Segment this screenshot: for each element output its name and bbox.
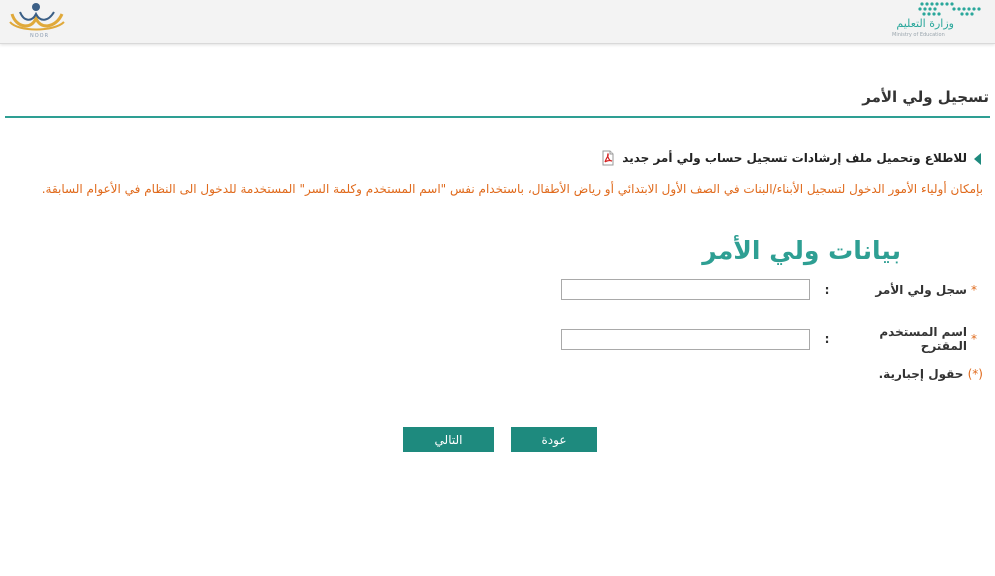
ministry-logo[interactable]: وزارة التعليم Ministry of Education [884,0,984,42]
noor-logo[interactable]: NOOR [6,0,70,40]
login-notice-text: بإمكان أولياء الأمور الدخول لتسجيل الأبن… [41,182,983,196]
title-divider [5,116,990,118]
required-fields-note: (*) حقول إجبارية. [879,367,983,381]
ministry-logo-english: Ministry of Education [892,32,945,38]
required-note-marker: (*) [967,367,983,381]
guardian-record-label: سجل ولي الأمر [875,282,967,297]
arrow-left-icon [974,153,981,165]
next-button[interactable]: التالي [403,427,494,452]
field-colon: : [824,332,830,346]
guardian-data-heading: بيانات ولي الأمر [702,236,901,265]
suggested-username-row: * اسم المستخدم المقترح : [561,325,981,353]
guidelines-link-text[interactable]: للاطلاع وتحميل ملف إرشادات تسجيل حساب ول… [622,151,967,165]
ministry-logo-arabic: وزارة التعليم [896,17,954,30]
back-button[interactable]: عودة [511,427,597,452]
guardian-record-row: * سجل ولي الأمر : [561,279,981,300]
page-title: تسجيل ولي الأمر [862,88,989,106]
required-note-text: حقول إجبارية. [878,367,964,381]
field-colon: : [824,282,830,297]
required-star: * [971,332,977,346]
guidelines-download-link[interactable]: للاطلاع وتحميل ملف إرشادات تسجيل حساب ول… [600,150,967,166]
suggested-username-label: اسم المستخدم المقترح [879,325,967,353]
required-star: * [971,282,977,297]
noor-emblem-icon [9,3,65,31]
pdf-file-icon[interactable] [600,150,616,166]
suggested-username-input[interactable] [561,328,810,350]
noor-logo-caption: NOOR [30,33,50,39]
guardian-record-input[interactable] [561,279,810,300]
top-header-bar: NOOR وزارة التعليم Ministry of Education [0,0,995,44]
